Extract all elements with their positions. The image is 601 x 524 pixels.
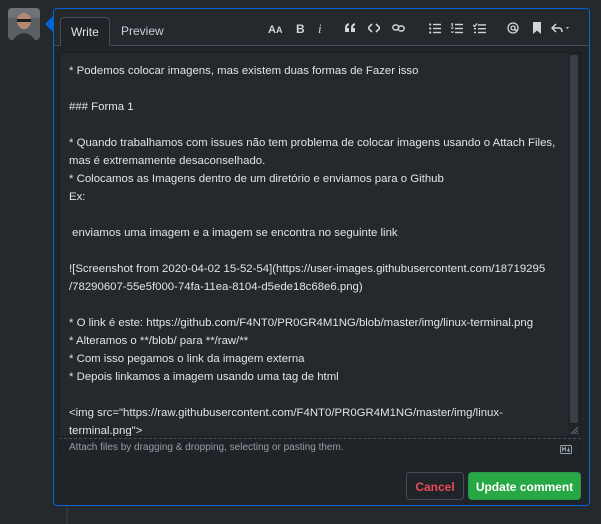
editor-line: ### Forma 1: [69, 101, 134, 113]
avatar[interactable]: [8, 8, 40, 40]
attach-files-text: Attach files by dragging & dropping, sel…: [69, 442, 344, 453]
attach-files-bar[interactable]: Attach files by dragging & dropping, sel…: [59, 438, 581, 458]
bold-icon[interactable]: B: [294, 20, 308, 36]
comment-edit-form: Write Preview AA B i * Podemos colocar i…: [53, 8, 590, 506]
comment-textarea[interactable]: * Podemos colocar imagens, mas existem d…: [59, 52, 581, 437]
timeline-line: [66, 506, 68, 524]
editor-line: * Podemos colocar imagens, mas existem d…: [69, 65, 419, 77]
code-icon[interactable]: [367, 20, 381, 36]
task-list-icon[interactable]: [472, 20, 486, 36]
cancel-button[interactable]: Cancel: [406, 472, 464, 500]
editor-line: <img src="https://raw.githubusercontent.…: [69, 407, 503, 419]
editor-line: terminal.png">: [69, 425, 143, 437]
editor-line: Ex:: [69, 191, 86, 203]
editor-tab-bar: Write Preview AA B i: [54, 9, 589, 46]
editor-line: * Alteramos o **/blob/ para **/raw/**: [69, 335, 249, 347]
svg-text:i: i: [318, 22, 322, 34]
editor-scrollbar[interactable]: [568, 53, 580, 436]
quote-icon[interactable]: [343, 20, 357, 36]
editor-line: * Com isso pegamos o link da imagem exte…: [69, 353, 305, 365]
editor-line: * Quando trabalhamos com issues não tem …: [69, 137, 556, 149]
update-comment-button[interactable]: Update comment: [468, 472, 581, 500]
editor-line: * O link é este: https://github.com/F4NT…: [69, 317, 534, 329]
italic-icon[interactable]: i: [314, 20, 328, 36]
editor-line: mas é extremamente desaconselhado.: [69, 155, 266, 167]
editor-line: enviamos uma imagem e a imagem se encont…: [69, 227, 398, 239]
ordered-list-icon[interactable]: [450, 20, 464, 36]
editor-line: ![Screenshot from 2020-04-02 15-52-54](h…: [69, 263, 546, 275]
bookmark-icon[interactable]: [530, 20, 544, 36]
tab-preview[interactable]: Preview: [111, 17, 174, 45]
svg-text:A: A: [268, 24, 276, 34]
svg-text:A: A: [276, 25, 283, 34]
comment-pointer: [45, 16, 53, 32]
svg-text:B: B: [296, 22, 305, 34]
text-size-icon[interactable]: AA: [268, 20, 283, 36]
editor-scrollbar-thumb[interactable]: [570, 55, 578, 423]
markdown-icon[interactable]: [560, 443, 572, 457]
unordered-list-icon[interactable]: [428, 20, 442, 36]
tab-write[interactable]: Write: [60, 17, 110, 46]
editor-line: * Depois linkamos a imagem usando uma ta…: [69, 371, 339, 383]
editor-line: * Colocamos as Imagens dentro de um dire…: [69, 173, 444, 185]
link-icon[interactable]: [391, 20, 405, 36]
mention-icon[interactable]: [506, 20, 520, 36]
resize-grip-icon[interactable]: [570, 426, 579, 435]
comment-body-text[interactable]: * Podemos colocar imagens, mas existem d…: [69, 62, 560, 437]
reply-icon[interactable]: [551, 20, 571, 36]
editor-line: /78290607-55e5f000-74fa-11ea-8104-d5ede1…: [69, 281, 363, 293]
